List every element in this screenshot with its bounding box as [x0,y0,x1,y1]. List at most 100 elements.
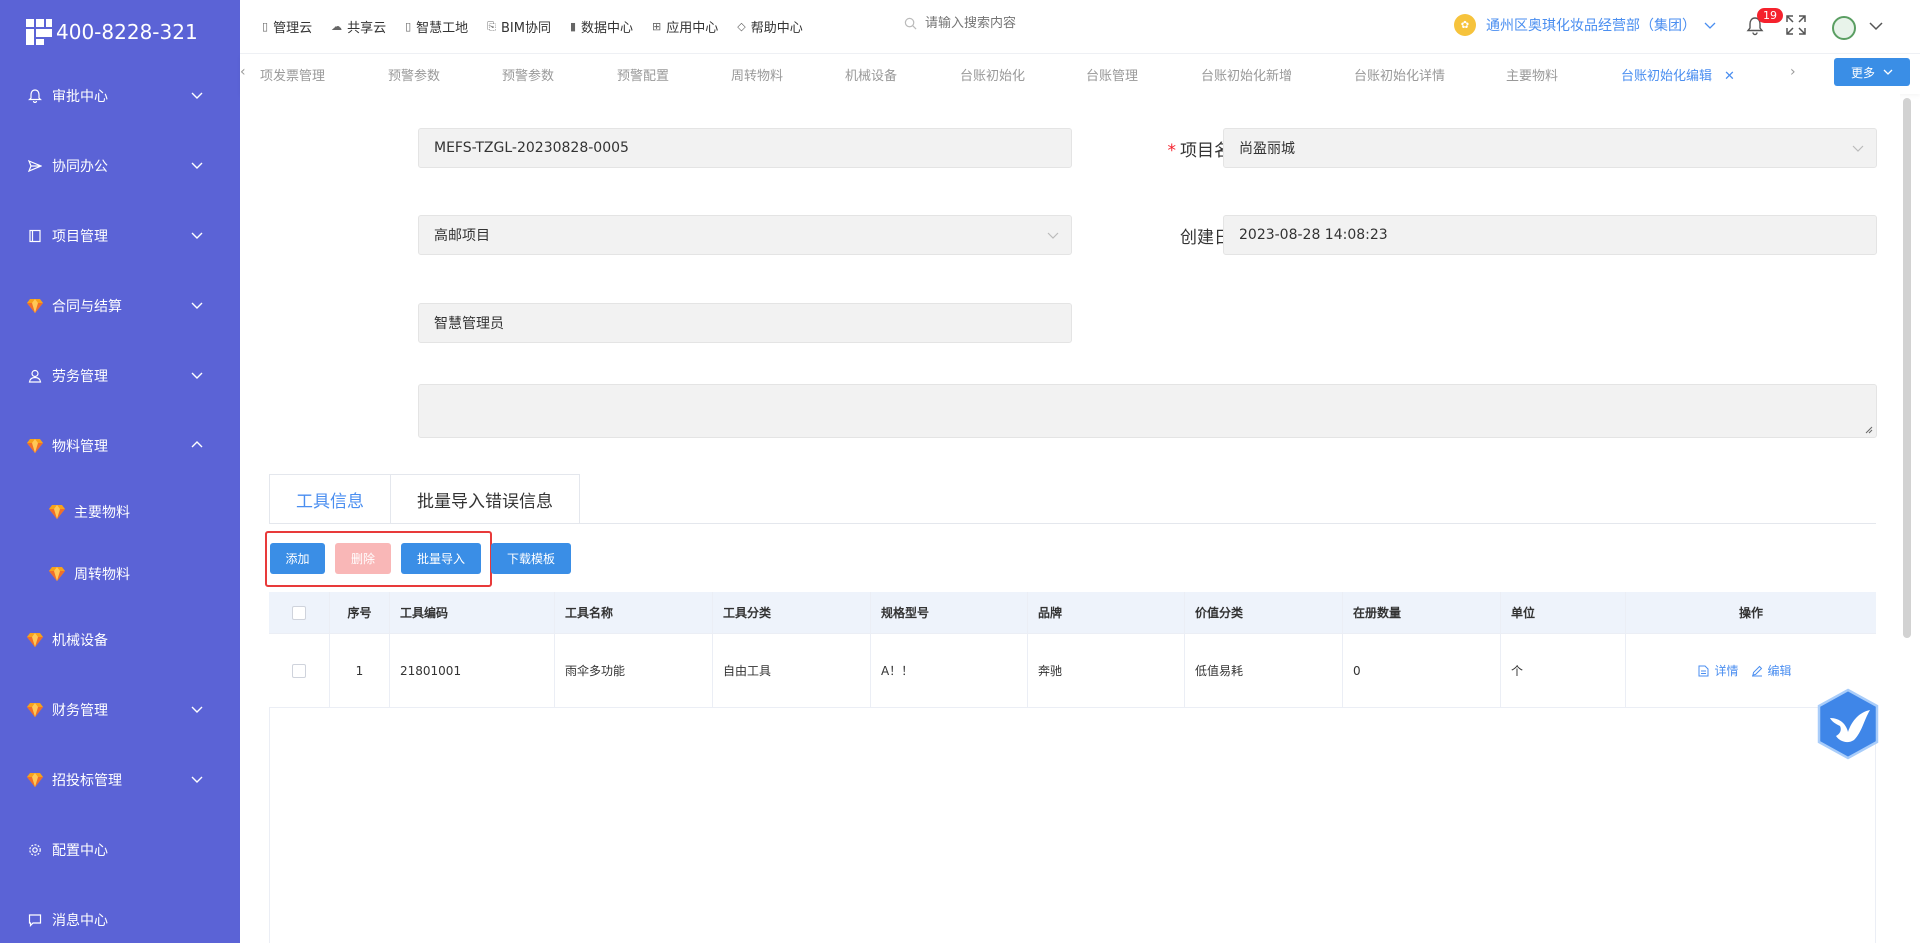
nav-finance[interactable]: 财务管理 [0,690,240,730]
nav-project-management[interactable]: 项目管理 [0,216,240,256]
topnav-management-cloud[interactable]: ▯ 管理云 [262,17,312,36]
chevron-down-icon [191,302,203,309]
nav-label: 项目管理 [52,229,108,245]
nav-contract-settlement[interactable]: 合同与结算 [0,286,240,326]
cell-name: 雨伞多功能 [555,634,713,707]
org-selector[interactable]: ✿ 通州区奥琪化妆品经营部（集团） [1454,14,1716,36]
header-quantity: 在册数量 [1343,592,1501,633]
header-index: 序号 [330,592,390,633]
nav-material-management[interactable]: 物料管理 [0,426,240,466]
nav-label: 审批中心 [52,89,108,105]
close-icon[interactable]: ✕ [1724,69,1735,84]
page-tab[interactable]: 机械设备 [845,65,897,84]
cell-brand: 奔驰 [1028,634,1185,707]
header-category: 工具分类 [713,592,871,633]
topnav-smart-site[interactable]: ▯ 智慧工地 [405,17,468,36]
nav-label: 机械设备 [52,633,108,649]
creator-field[interactable]: 智慧管理员 [418,303,1072,343]
nav-machinery[interactable]: 机械设备 [0,620,240,660]
select-all-checkbox[interactable] [292,605,306,620]
topnav-shared-cloud[interactable]: ☁ 共享云 [331,17,386,36]
gem-icon [48,566,66,582]
page-tab[interactable]: 预警参数 [502,65,554,84]
nav-labor-management[interactable]: 劳务管理 [0,356,240,396]
diamond-icon: ◇ [737,20,746,33]
nav-main-materials[interactable]: 主要物料 [0,492,240,532]
chevron-down-icon[interactable] [1868,20,1884,32]
page-tab[interactable]: 主要物料 [1506,65,1558,84]
cell-spec: A！！ [871,634,1028,707]
tab-import-errors[interactable]: 批量导入错误信息 [391,475,579,524]
chevron-down-icon [191,92,203,99]
user-icon [26,369,44,383]
tabs-scroll-right-icon[interactable]: › [1790,64,1796,80]
nav-approval-center[interactable]: 审批中心 [0,76,240,116]
cell-quantity: 0 [1343,634,1501,707]
page-scrollbar[interactable] [1900,94,1914,943]
avatar[interactable] [1832,16,1856,40]
chevron-down-icon [191,162,203,169]
topnav-data-center[interactable]: ▮ 数据中心 [570,17,633,36]
header-name: 工具名称 [555,592,713,633]
search-input[interactable] [925,16,1125,31]
more-button[interactable]: 更多 [1834,58,1910,86]
nav-bidding[interactable]: 招投标管理 [0,760,240,800]
nav-label: 劳务管理 [52,369,108,385]
page-tab[interactable]: 台账管理 [1086,65,1138,84]
book-icon: ▯ [405,20,412,33]
batch-import-button[interactable]: 批量导入 [401,543,481,574]
page-tab-active[interactable]: 台账初始化编辑 ✕ [1621,65,1735,84]
page-tab[interactable]: 台账初始化详情 [1354,65,1445,84]
scrollbar-thumb[interactable] [1903,98,1911,638]
nav-collaboration[interactable]: 协同办公 [0,146,240,186]
book-icon: ▯ [262,20,269,33]
page-tab[interactable]: 项发票管理 [260,65,325,84]
nav-label: 主要物料 [74,505,130,521]
row-checkbox-cell [269,634,330,707]
tab-tool-info[interactable]: 工具信息 [270,475,391,524]
gem-icon [48,504,66,520]
row-checkbox[interactable] [292,663,306,678]
chevron-up-icon [191,441,203,448]
add-button[interactable]: 添加 [270,543,325,574]
create-date-field[interactable]: 2023-08-28 14:08:23 [1223,215,1877,255]
topnav-app-center[interactable]: ⊞ 应用中心 [652,17,718,36]
page-tab[interactable]: 预警配置 [617,65,669,84]
cell-index: 1 [330,634,390,707]
cell-value-class: 低值易耗 [1185,634,1343,707]
nav-message-center[interactable]: 消息中心 [0,900,240,940]
page-tab[interactable]: 台账初始化新增 [1201,65,1292,84]
remark-textarea[interactable] [418,384,1877,438]
chevron-down-icon [1852,145,1864,152]
cloud-icon: ☁ [331,20,343,33]
share-icon: ⎘ [487,19,496,33]
nav-config-center[interactable]: 配置中心 [0,830,240,870]
detail-link[interactable]: 详情 [1698,662,1739,679]
assistant-bird-icon[interactable] [1816,688,1880,760]
table-empty-area [269,708,1876,943]
cell-unit: 个 [1501,634,1626,707]
project-name-select[interactable]: 尚盈丽城 [1223,128,1877,168]
page-tab[interactable]: 周转物料 [731,65,783,84]
warehouse-select[interactable]: 高邮项目 [418,215,1072,255]
gem-icon [26,438,44,454]
gem-icon [26,298,44,314]
topnav-label: 管理云 [273,21,313,36]
topnav-bim[interactable]: ⎘ BIM协同 [487,17,551,37]
page-tab[interactable]: 台账初始化 [960,65,1025,84]
edit-link[interactable]: 编辑 [1751,662,1792,679]
nav-turnover-materials[interactable]: 周转物料 [0,554,240,594]
download-template-button[interactable]: 下载模板 [491,543,571,574]
chevron-down-icon [191,706,203,713]
delete-button[interactable]: 删除 [335,543,391,574]
code-value: MEFS-TZGL-20230828-0005 [434,140,629,156]
fullscreen-icon[interactable] [1785,14,1807,36]
table-row: 1 21801001 雨伞多功能 自由工具 A！！ 奔驰 低值易耗 0 个 详情… [269,634,1876,708]
chevron-down-icon [191,372,203,379]
search-box [904,16,1125,31]
topnav-help-center[interactable]: ◇ 帮助中心 [737,17,802,36]
resize-handle-icon[interactable] [1865,426,1873,434]
page-tab[interactable]: 预警参数 [388,65,440,84]
tabs-scroll-left-icon[interactable]: ‹ [240,64,246,80]
code-field[interactable]: MEFS-TZGL-20230828-0005 [418,128,1072,168]
